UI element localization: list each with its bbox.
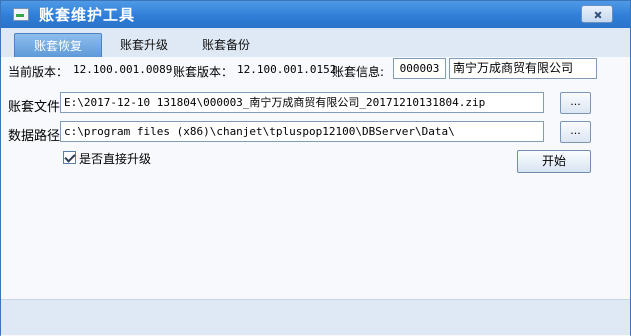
title-bar[interactable]: 账套维护工具 <box>1 1 630 28</box>
status-bar <box>1 299 630 335</box>
data-path-input[interactable]: c:\program files (x86)\chanjet\tpluspop1… <box>60 121 544 142</box>
current-version-label: 当前版本： <box>8 65 69 79</box>
tab-upgrade[interactable]: 账套升级 <box>105 33 183 57</box>
window-title: 账套维护工具 <box>39 6 136 24</box>
app-icon <box>13 8 29 21</box>
tab-restore[interactable]: 账套恢复 <box>14 33 102 57</box>
direct-upgrade-checkbox[interactable] <box>63 151 76 164</box>
account-version-value: 12.100.001.0152 <box>237 63 337 76</box>
app-window: 账套维护工具 账套恢复 账套升级 账套备份 当前版本： 12.100.001.0… <box>0 0 631 336</box>
browse-file-button[interactable]: ... <box>560 92 591 114</box>
account-name-field[interactable]: 南宁万成商贸有限公司 <box>449 58 597 79</box>
account-file-input[interactable]: E:\2017-12-10 131804\000003_南宁万成商贸有限公司_2… <box>60 92 544 113</box>
browse-path-button[interactable]: ... <box>560 121 591 143</box>
account-version-label: 账套版本： <box>173 65 234 79</box>
data-path-label: 数据路径 <box>8 129 61 144</box>
account-info-label: 账套信息: <box>332 65 385 79</box>
direct-upgrade-label: 是否直接升级 <box>79 152 152 166</box>
account-code-field[interactable]: 000003 <box>393 58 446 79</box>
start-button[interactable]: 开始 <box>517 150 591 173</box>
tab-bar: 账套恢复 账套升级 账套备份 <box>1 28 630 57</box>
restore-panel: 当前版本： 12.100.001.0089 账套版本： 12.100.001.0… <box>1 57 630 336</box>
close-button[interactable] <box>581 5 613 23</box>
current-version-value: 12.100.001.0089 <box>73 63 173 76</box>
tab-backup[interactable]: 账套备份 <box>187 33 265 57</box>
account-file-label: 账套文件 <box>8 100 61 115</box>
